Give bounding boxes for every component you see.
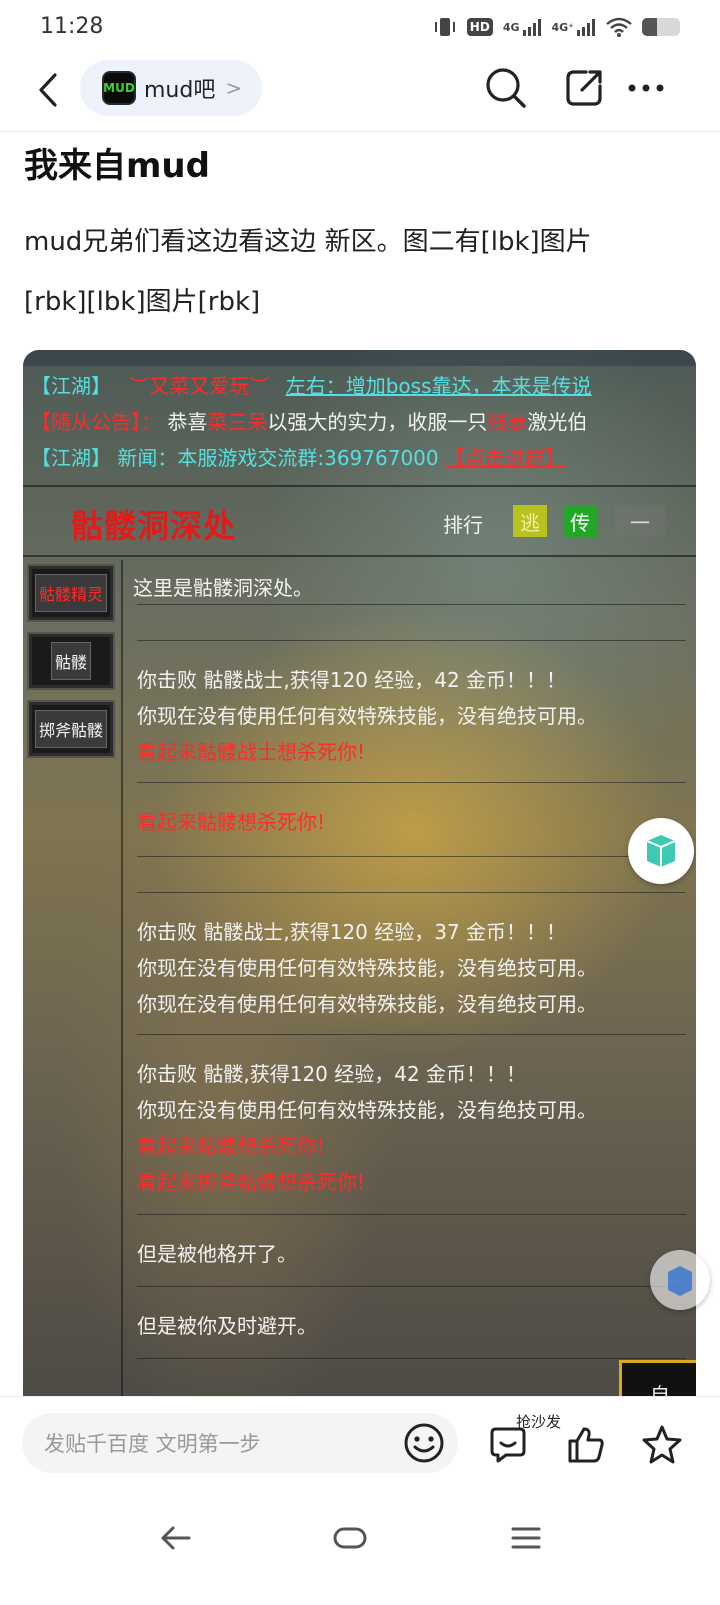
post-body: mud兄弟们看这边看这边 新区。图二有[lbk]图片 [rbk][lbk]图片[… xyxy=(24,212,696,332)
log-line: 你现在没有使用任何有效特殊技能，没有绝技可用。 xyxy=(137,704,597,728)
npc-button[interactable]: 掷斧骷髅 xyxy=(27,700,115,758)
thumbs-up-icon xyxy=(568,1427,604,1463)
log-line: 看起来掷斧骷髅想杀死你! xyxy=(137,1170,366,1194)
log-line: 但是被你及时避开。 xyxy=(137,1314,317,1338)
hd-icon: HD xyxy=(466,16,493,38)
post-body-line: [rbk][lbk]图片[rbk] xyxy=(24,287,261,317)
forum-chip[interactable]: MUD mud吧 > xyxy=(80,60,262,116)
home-pill-icon xyxy=(333,1527,367,1549)
post-image[interactable]: 【江湖】 ︶又菜又爱玩︶ 左右：增加boss靠达，本来是传说 【随从公告】： 恭… xyxy=(23,350,696,1420)
system-nav-bar xyxy=(0,1490,720,1605)
rank-button[interactable]: 排行 xyxy=(443,509,483,538)
npc-button[interactable]: 骷髅精灵 xyxy=(27,564,115,622)
comment-button[interactable] xyxy=(484,1421,532,1469)
star-icon xyxy=(642,1425,682,1464)
broadcast-cutoff xyxy=(23,350,696,366)
signal-icon: 4G xyxy=(503,16,542,38)
wifi-icon xyxy=(606,16,632,38)
log-divider xyxy=(137,1214,686,1215)
system-home-button[interactable] xyxy=(320,1518,380,1558)
post-title: 我来自mud xyxy=(24,146,210,186)
favorite-button[interactable] xyxy=(638,1421,686,1469)
reply-bar: 发贴千百度 文明第一步 抢沙发 xyxy=(0,1396,720,1490)
vibrate-icon xyxy=(433,16,457,38)
log-divider xyxy=(137,892,686,893)
more-icon xyxy=(628,84,664,92)
combat-log: 这里是骷髅洞深处。 你击败 骷髅战士,获得120 经验，42 金币！！！ 你现在… xyxy=(123,560,696,1420)
broadcast-line: 【江湖】 新闻：本服游戏交流群:369767000 【点击进群】 xyxy=(31,446,565,470)
log-divider xyxy=(137,1034,686,1035)
log-line: 但是被他格开了。 xyxy=(137,1242,297,1266)
log-line: 看起来骷髅想杀死你! xyxy=(137,810,326,834)
cube-icon xyxy=(646,835,676,867)
log-line: 你击败 骷髅战士,获得120 经验，42 金币！！！ xyxy=(137,668,567,692)
system-back-button[interactable] xyxy=(146,1518,206,1558)
like-button[interactable] xyxy=(562,1421,610,1469)
search-icon xyxy=(486,68,526,108)
cube-icon xyxy=(668,1266,692,1296)
log-line: 你现在没有使用任何有效特殊技能，没有绝技可用。 xyxy=(137,956,597,980)
floating-widget-button[interactable] xyxy=(628,818,694,884)
emoji-icon xyxy=(404,1423,444,1463)
log-divider xyxy=(137,640,686,641)
log-line: 你击败 骷髅,获得120 经验，42 金币！！！ xyxy=(137,1062,527,1086)
broadcast-line: 【随从公告】： 恭喜菜三呆以强大的实力，收服一只残暴激光伯 xyxy=(31,410,588,434)
status-time: 11:28 xyxy=(40,14,104,39)
status-icons: HD 4G 4G⁺ xyxy=(433,14,680,40)
reply-input[interactable]: 发贴千百度 文明第一步 xyxy=(22,1413,458,1473)
more-button[interactable] xyxy=(622,64,670,112)
chevron-right-icon: > xyxy=(225,76,243,100)
emoji-button[interactable] xyxy=(402,1421,446,1465)
reply-placeholder: 发贴千百度 文明第一步 xyxy=(44,1432,261,1456)
log-divider xyxy=(137,1286,686,1287)
battery-icon xyxy=(642,18,680,36)
share-button[interactable] xyxy=(560,64,608,112)
location-title: 骷髅洞深处 xyxy=(71,507,237,545)
status-bar: 11:28 HD 4G 4G⁺ xyxy=(0,0,720,56)
chevron-left-icon xyxy=(39,73,57,107)
share-icon xyxy=(566,70,602,106)
minimize-button[interactable]: 一 xyxy=(615,505,665,537)
teleport-button[interactable]: 传 xyxy=(563,505,597,537)
arrow-left-icon xyxy=(161,1526,191,1550)
room-description: 这里是骷髅洞深处。 xyxy=(133,576,313,600)
back-button[interactable] xyxy=(28,68,68,112)
npc-sidebar: 骷髅精灵 骷髅 掷斧骷髅 xyxy=(23,560,123,1420)
menu-icon xyxy=(511,1527,541,1549)
forum-logo: MUD xyxy=(102,71,136,105)
floating-widget-button-2[interactable] xyxy=(650,1250,710,1310)
flee-button[interactable]: 逃 xyxy=(513,505,547,537)
system-menu-button[interactable] xyxy=(496,1518,556,1558)
signal-icon-2: 4G⁺ xyxy=(552,16,597,38)
log-line: 你现在没有使用任何有效特殊技能，没有绝技可用。 xyxy=(137,992,597,1016)
log-divider xyxy=(137,1358,686,1359)
nav-header: MUD mud吧 > xyxy=(0,56,720,132)
npc-button[interactable]: 骷髅 xyxy=(27,632,115,690)
log-line: 看起来骷髅想杀死你! xyxy=(137,1134,326,1158)
forum-name: mud吧 xyxy=(144,78,216,103)
search-button[interactable] xyxy=(482,64,530,112)
comment-icon xyxy=(490,1427,526,1463)
log-divider xyxy=(137,604,686,605)
broadcast-line: 【江湖】 ︶又菜又爱玩︶ 左右：增加boss靠达，本来是传说 xyxy=(31,374,592,398)
log-line: 你现在没有使用任何有效特殊技能，没有绝技可用。 xyxy=(137,1098,597,1122)
post-body-line: mud兄弟们看这边看这边 新区。图二有[lbk]图片 xyxy=(24,227,592,257)
log-divider xyxy=(137,856,686,857)
join-group-link[interactable]: 【点击进群】 xyxy=(445,446,565,470)
log-line: 你击败 骷髅战士,获得120 经验，37 金币！！！ xyxy=(137,920,567,944)
location-header: 骷髅洞深处 排行 逃 传 一 xyxy=(23,485,696,557)
log-line: 看起来骷髅战士想杀死你! xyxy=(137,740,366,764)
log-divider xyxy=(137,782,686,783)
